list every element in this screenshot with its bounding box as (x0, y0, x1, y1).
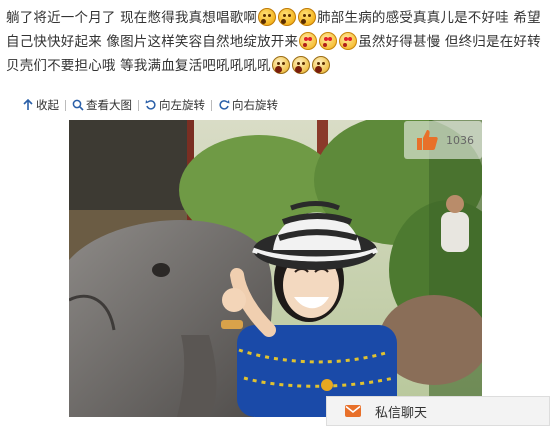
rotate-left-icon (145, 100, 156, 110)
collapse-arrow-icon (23, 99, 33, 110)
magnifier-icon (72, 99, 84, 111)
rotate-left-label: 向左旋转 (159, 98, 205, 112)
view-large-label: 查看大图 (86, 98, 132, 112)
rotate-left-button[interactable]: 向左旋转 (145, 97, 205, 113)
collapse-label: 收起 (36, 98, 59, 112)
photo-scene (69, 120, 482, 417)
rotate-right-button[interactable]: 向右旋转 (218, 97, 278, 113)
toolbar-divider (211, 99, 212, 111)
private-chat-label: 私信聊天 (375, 405, 428, 421)
rotate-right-label: 向右旋转 (232, 98, 278, 112)
like-button[interactable]: 1036 (404, 121, 482, 159)
roar-face-icon (271, 56, 290, 74)
post-text: 躺了将近一个月了 现在憋得我真想唱歌啊 肺部生病的感受真真儿是不好哇 希望自己快快… (6, 6, 544, 78)
image-toolbar: 收起 查看大图 向左旋转 向右旋转 (22, 96, 278, 114)
thumbs-up-icon (417, 130, 438, 150)
view-large-button[interactable]: 查看大图 (72, 97, 132, 113)
roar-face-icon (311, 56, 330, 74)
smile-face-icon (299, 32, 318, 50)
sad-face-icon (278, 8, 297, 26)
collapse-button[interactable]: 收起 (22, 97, 59, 113)
smile-face-icon (339, 32, 358, 50)
sad-face-icon (298, 8, 317, 26)
private-chat-bar[interactable]: 私信聊天 (326, 396, 550, 426)
post-text-segment-1: 躺了将近一个月了 现在憋得我真想唱歌啊 (6, 10, 258, 26)
toolbar-divider (65, 99, 66, 111)
smile-face-icon (319, 32, 338, 50)
sad-face-icon (258, 8, 277, 26)
like-count: 1036 (446, 133, 474, 147)
toolbar-divider (138, 99, 139, 111)
envelope-icon (345, 405, 361, 417)
post-photo[interactable] (69, 120, 482, 417)
rotate-right-icon (219, 100, 230, 110)
roar-face-icon (291, 56, 310, 74)
